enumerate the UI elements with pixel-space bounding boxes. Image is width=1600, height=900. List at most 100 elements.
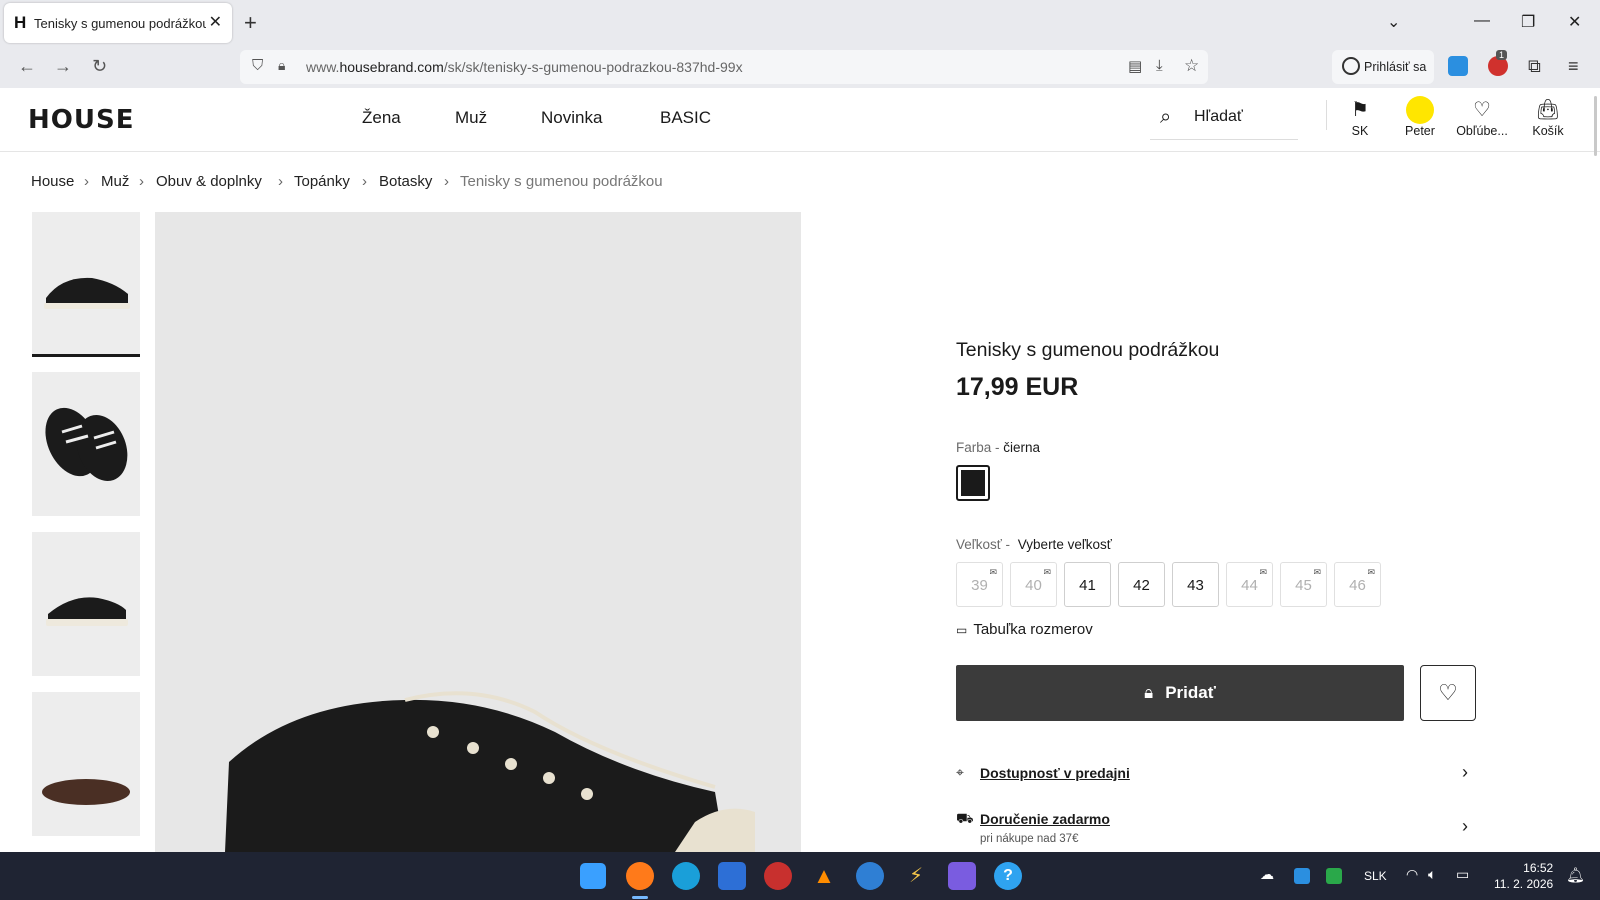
app-icon[interactable] bbox=[948, 862, 976, 890]
battery-icon[interactable]: ▭ bbox=[1456, 866, 1469, 883]
chevron-right-icon: › bbox=[278, 173, 283, 190]
reload-icon[interactable]: ↻ bbox=[92, 56, 107, 77]
chevron-right-icon[interactable]: › bbox=[1462, 816, 1468, 837]
security-shield-icon[interactable] bbox=[1326, 868, 1342, 884]
start-icon[interactable] bbox=[580, 863, 606, 889]
firefox-icon[interactable] bbox=[626, 862, 654, 890]
minimize-icon[interactable]: — bbox=[1474, 12, 1490, 30]
search-label: Hľadať bbox=[1194, 108, 1243, 125]
bookmark-star-icon[interactable]: ☆ bbox=[1184, 56, 1199, 76]
tray-app-icon[interactable] bbox=[1294, 868, 1310, 884]
menu-icon[interactable]: ≡ bbox=[1568, 56, 1579, 77]
product-thumbnail[interactable] bbox=[32, 692, 140, 836]
account-button[interactable]: Peter bbox=[1390, 96, 1450, 138]
product-price: 17,99 EUR bbox=[956, 373, 1079, 401]
header-divider bbox=[1326, 100, 1327, 130]
app-icon[interactable] bbox=[856, 862, 884, 890]
chevron-right-icon: › bbox=[139, 173, 144, 190]
store-availability-link[interactable]: Dostupnosť v predajni bbox=[980, 765, 1130, 781]
breadcrumb-item[interactable]: House bbox=[31, 173, 74, 190]
bag-icon: 🔒︎ bbox=[1144, 683, 1154, 702]
help-icon[interactable]: ? bbox=[994, 862, 1022, 890]
app-icon[interactable] bbox=[764, 862, 792, 890]
chevron-right-icon[interactable]: › bbox=[1462, 762, 1468, 783]
add-to-cart-button[interactable]: 🔒︎ Pridať bbox=[956, 665, 1404, 721]
notifications-bell-icon[interactable]: 🔔︎ bbox=[1566, 866, 1585, 884]
size-option-41[interactable]: 41 bbox=[1064, 562, 1111, 607]
lock-icon[interactable]: 🔒︎ bbox=[278, 57, 285, 74]
chevron-right-icon: › bbox=[444, 173, 449, 190]
nav-basic[interactable]: BASIC bbox=[660, 108, 711, 128]
nav-novinka[interactable]: Novinka bbox=[541, 108, 602, 128]
close-tab-icon[interactable]: ✕ bbox=[209, 12, 222, 32]
reader-view-icon[interactable]: ▤ bbox=[1128, 57, 1142, 75]
size-option-40[interactable]: 40 ✉ bbox=[1010, 562, 1057, 607]
windows-taskbar: ▲ ⚡ ? ☁ SLK ◠ 🔈︎ ▭ 16:52 11. 2. 2026 🔔︎ bbox=[0, 852, 1600, 900]
size-option-43[interactable]: 43 bbox=[1172, 562, 1219, 607]
size-prompt: Vyberte veľkosť bbox=[1017, 537, 1112, 552]
country-selector[interactable]: ⚑ SK bbox=[1330, 96, 1390, 138]
close-window-icon[interactable]: ✕ bbox=[1568, 12, 1581, 32]
favorites-button[interactable]: ♡ Obľúbe... bbox=[1452, 96, 1512, 138]
color-value: čierna bbox=[1003, 440, 1041, 455]
vlc-icon[interactable]: ▲ bbox=[810, 862, 838, 890]
extensions-puzzle-icon[interactable]: ⧉ bbox=[1528, 56, 1541, 77]
size-option-45[interactable]: 45 ✉ bbox=[1280, 562, 1327, 607]
product-thumbnail[interactable] bbox=[32, 372, 140, 516]
page-scrollbar[interactable] bbox=[1594, 96, 1597, 156]
favorites-label: Obľúbe... bbox=[1456, 124, 1508, 138]
breadcrumb-item[interactable]: Obuv & doplnky bbox=[156, 173, 262, 190]
mail-icon: ✉ bbox=[1313, 567, 1321, 577]
signin-label: Prihlásiť sa bbox=[1364, 60, 1427, 74]
wifi-icon[interactable]: ◠ bbox=[1406, 866, 1418, 883]
add-to-favorites-button[interactable]: ♡ bbox=[1420, 665, 1476, 721]
size-chart-label: Tabuľka rozmerov bbox=[973, 621, 1093, 638]
store-icon[interactable] bbox=[718, 862, 746, 890]
mail-icon: ✉ bbox=[1259, 567, 1267, 577]
heart-icon: ♡ bbox=[1438, 680, 1458, 705]
account-signin-button[interactable]: Prihlásiť sa bbox=[1332, 50, 1434, 84]
tab-list-icon[interactable]: ⌄ bbox=[1387, 12, 1400, 32]
back-icon[interactable]: ← bbox=[18, 56, 36, 77]
clock[interactable]: 16:52 11. 2. 2026 bbox=[1494, 860, 1553, 892]
forward-icon[interactable]: → bbox=[54, 56, 72, 77]
size-option-42[interactable]: 42 bbox=[1118, 562, 1165, 607]
cart-button[interactable]: 👜︎ Košík bbox=[1518, 96, 1578, 138]
app-icon[interactable]: ⚡ bbox=[902, 862, 930, 890]
size-option-39[interactable]: 39 ✉ bbox=[956, 562, 1003, 607]
active-app-indicator bbox=[632, 896, 648, 899]
nav-muz[interactable]: Muž bbox=[455, 108, 487, 128]
sneaker-side-image bbox=[44, 277, 130, 309]
product-main-image[interactable] bbox=[155, 212, 801, 852]
breadcrumb-item[interactable]: Botasky bbox=[379, 173, 432, 190]
volume-icon[interactable]: 🔈︎ bbox=[1428, 866, 1436, 883]
download-icon[interactable]: ⤓ bbox=[1156, 57, 1163, 74]
free-delivery-link[interactable]: Doručenie zadarmo bbox=[980, 811, 1110, 827]
size-option-46[interactable]: 46 ✉ bbox=[1334, 562, 1381, 607]
language-indicator[interactable]: SLK bbox=[1364, 869, 1387, 883]
breadcrumb-item[interactable]: Topánky bbox=[294, 173, 350, 190]
url-bar[interactable]: ⛉ 🔒︎ www.housebrand.com/sk/sk/tenisky-s-… bbox=[240, 50, 1208, 84]
nav-zena[interactable]: Žena bbox=[362, 108, 401, 128]
tab-bar: H Tenisky s gumenou podrážkou | ✕ + ⌄ — … bbox=[0, 0, 1600, 46]
shield-icon[interactable]: ⛉ bbox=[252, 57, 263, 74]
sneaker-main-image bbox=[225, 691, 755, 852]
color-swatch-black[interactable] bbox=[956, 465, 990, 501]
breadcrumb-item[interactable]: Muž bbox=[101, 173, 129, 190]
tab-title: Tenisky s gumenou podrážkou | bbox=[34, 16, 206, 31]
new-tab-icon[interactable]: + bbox=[244, 10, 257, 36]
size-chart-link[interactable]: ▭ Tabuľka rozmerov bbox=[956, 621, 1093, 638]
extension-icon[interactable] bbox=[1448, 56, 1468, 76]
restore-icon[interactable]: ❐ bbox=[1521, 12, 1535, 32]
house-logo[interactable]: HOUSE bbox=[28, 105, 134, 135]
free-delivery-note: pri nákupe nad 37€ bbox=[980, 833, 1079, 845]
tab-active[interactable]: H Tenisky s gumenou podrážkou | ✕ bbox=[4, 3, 232, 43]
site-favicon: H bbox=[14, 13, 27, 32]
product-thumbnail[interactable] bbox=[32, 212, 140, 356]
mail-icon: ✉ bbox=[989, 567, 997, 577]
edge-icon[interactable] bbox=[672, 862, 700, 890]
search-field[interactable]: ⌕ Hľadať bbox=[1150, 98, 1298, 140]
size-option-44[interactable]: 44 ✉ bbox=[1226, 562, 1273, 607]
product-thumbnail[interactable] bbox=[32, 532, 140, 676]
cloud-icon[interactable]: ☁ bbox=[1260, 866, 1274, 883]
